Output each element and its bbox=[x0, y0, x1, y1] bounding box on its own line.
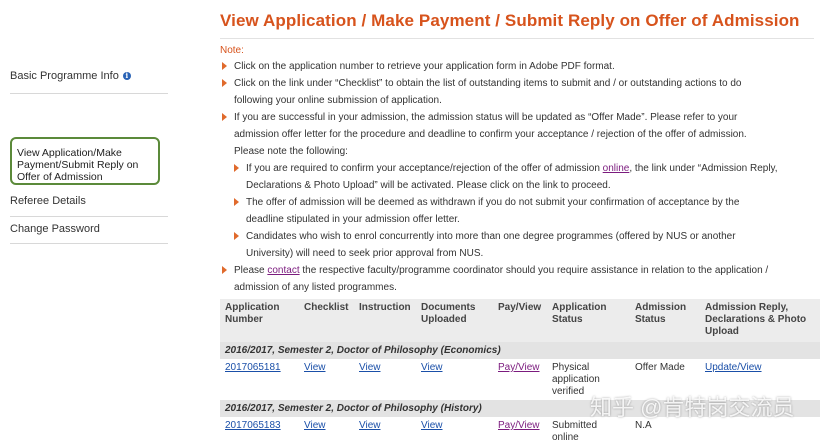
note-item-continued: admission offer letter for the procedure… bbox=[220, 126, 820, 143]
note-text: Click on the application number to retri… bbox=[234, 61, 615, 72]
instruction-view-link[interactable]: View bbox=[359, 362, 381, 373]
note-item-continued: following your online submission of appl… bbox=[220, 92, 820, 109]
page-title: View Application / Make Payment / Submit… bbox=[220, 11, 800, 30]
sidebar-item-label: Change Password bbox=[10, 223, 100, 235]
bullet-arrow-icon bbox=[222, 266, 227, 274]
bullet-arrow-icon bbox=[222, 79, 227, 87]
column-header: Admission Reply, Declarations & Photo Up… bbox=[700, 299, 820, 342]
pay-view-link[interactable]: Pay/View bbox=[498, 420, 540, 431]
online-link[interactable]: online bbox=[603, 163, 630, 174]
watermark: 知乎 @肯特岗交流员 bbox=[590, 395, 795, 420]
info-icon[interactable]: i bbox=[122, 72, 131, 80]
sidebar-item-referee-details[interactable]: Referee Details bbox=[10, 195, 168, 217]
sidebar-item-label: Basic Programme Info bbox=[10, 70, 119, 82]
note-text: University) will need to seek prior appr… bbox=[246, 248, 484, 259]
note-item-continued: admission of any listed programmes. bbox=[220, 279, 820, 296]
sub-note-item: The offer of admission will be deemed as… bbox=[220, 194, 820, 211]
column-header: Documents Uploaded bbox=[416, 299, 493, 342]
programme-group-label: 2016/2017, Semester 2, Doctor of Philoso… bbox=[220, 342, 820, 359]
note-text: deadline stipulated in your admission of… bbox=[246, 214, 460, 225]
note-text: Click on the link under “Checklist” to o… bbox=[234, 78, 742, 89]
application-number-link[interactable]: 2017065181 bbox=[225, 362, 281, 373]
sidebar-item-label: Referee Details bbox=[10, 195, 86, 207]
applications-table: Application Number Checklist Instruction… bbox=[220, 299, 820, 446]
note-text: Candidates who wish to enrol concurrentl… bbox=[246, 231, 736, 242]
column-header: Admission Status bbox=[630, 299, 700, 342]
note-text: Please bbox=[234, 265, 268, 276]
update-view-link[interactable]: Update/View bbox=[705, 362, 762, 373]
bullet-arrow-icon bbox=[222, 62, 227, 70]
sub-note-item-continued: Declarations & Photo Upload” will be act… bbox=[220, 177, 820, 194]
pay-view-link[interactable]: Pay/View bbox=[498, 362, 540, 373]
note-text: admission offer letter for the procedure… bbox=[234, 129, 747, 140]
sub-note-item-continued: deadline stipulated in your admission of… bbox=[220, 211, 820, 228]
note-text: Please note the following: bbox=[234, 146, 348, 157]
checklist-view-link[interactable]: View bbox=[304, 362, 326, 373]
table-header-row: Application Number Checklist Instruction… bbox=[220, 299, 820, 342]
note-item: Click on the link under “Checklist” to o… bbox=[220, 75, 820, 92]
note-text: If you are successful in your admission,… bbox=[234, 112, 738, 123]
sidebar-item-basic-programme-info[interactable]: Basic Programme Info i bbox=[10, 70, 168, 94]
instruction-view-link[interactable]: View bbox=[359, 420, 381, 431]
programme-group-row: 2016/2017, Semester 2, Doctor of Philoso… bbox=[220, 342, 820, 359]
note-label: Note: bbox=[220, 45, 244, 56]
note-text: the respective faculty/programme coordin… bbox=[299, 265, 769, 276]
bullet-arrow-icon bbox=[234, 198, 239, 206]
column-header: Application Status bbox=[547, 299, 630, 342]
checklist-view-link[interactable]: View bbox=[304, 420, 326, 431]
column-header: Application Number bbox=[220, 299, 299, 342]
bullet-arrow-icon bbox=[222, 113, 227, 121]
bullet-arrow-icon bbox=[234, 164, 239, 172]
column-header: Pay/View bbox=[493, 299, 547, 342]
sidebar-item-view-application[interactable]: View Application/Make Payment/Submit Rep… bbox=[10, 137, 160, 185]
documents-view-link[interactable]: View bbox=[421, 420, 443, 431]
note-item: Please contact the respective faculty/pr… bbox=[220, 262, 820, 279]
note-item: If you are successful in your admission,… bbox=[220, 109, 820, 126]
note-text: following your online submission of appl… bbox=[234, 95, 442, 106]
sub-note-item: If you are required to confirm your acce… bbox=[220, 160, 820, 177]
sub-note-item-continued: University) will need to seek prior appr… bbox=[220, 245, 820, 262]
notes-list: Click on the application number to retri… bbox=[220, 58, 820, 296]
sub-note-item: Candidates who wish to enrol concurrentl… bbox=[220, 228, 820, 245]
note-text: The offer of admission will be deemed as… bbox=[246, 197, 740, 208]
note-item: Click on the application number to retri… bbox=[220, 58, 820, 75]
documents-view-link[interactable]: View bbox=[421, 362, 443, 373]
note-text: , the link under “Admission Reply, bbox=[629, 163, 778, 174]
column-header: Instruction bbox=[354, 299, 416, 342]
note-text: admission of any listed programmes. bbox=[234, 282, 397, 293]
note-text: Declarations & Photo Upload” will be act… bbox=[246, 180, 611, 191]
column-header: Checklist bbox=[299, 299, 354, 342]
application-number-link[interactable]: 2017065183 bbox=[225, 420, 281, 431]
bullet-arrow-icon bbox=[234, 232, 239, 240]
sidebar: Basic Programme Info i View Application/M… bbox=[0, 0, 170, 439]
sidebar-item-change-password[interactable]: Change Password bbox=[10, 223, 168, 244]
contact-link[interactable]: contact bbox=[267, 265, 299, 276]
note-text: If you are required to confirm your acce… bbox=[246, 163, 603, 174]
sidebar-item-label: View Application/Make Payment/Submit Rep… bbox=[17, 147, 139, 183]
title-divider bbox=[220, 38, 814, 39]
note-item-continued: Please note the following: bbox=[220, 143, 820, 160]
